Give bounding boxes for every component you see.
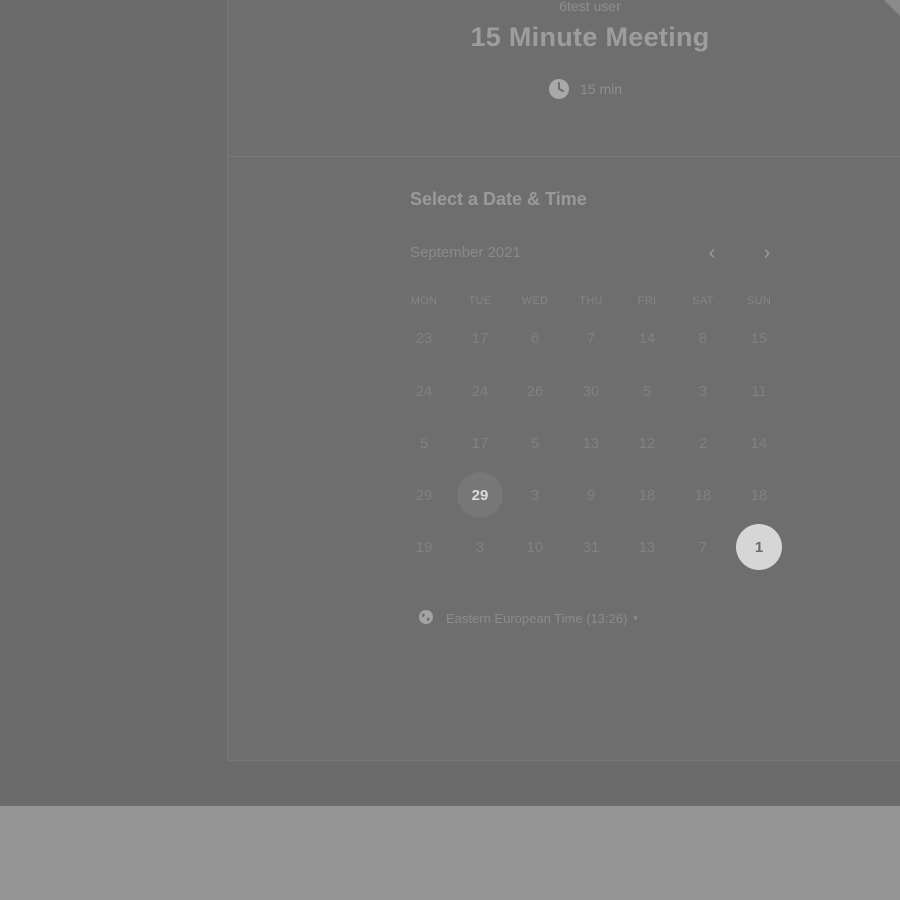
day-cell: 3 [475,538,485,556]
day-cell: 14 [750,434,768,452]
event-owner-name: 6test user [559,0,621,14]
event-duration: 15 min [548,78,622,100]
timezone-selector[interactable]: Eastern European Time (13:26) ▾ [418,609,638,628]
page-footer-area [0,806,900,900]
day-selected[interactable]: 1 [736,524,782,570]
day-cell: 3 [698,382,708,400]
day-cell: 3 [530,486,540,504]
day-cell: 5 [419,434,429,452]
day-cell: 18 [694,486,712,504]
timezone-label: Eastern European Time (13:26) [446,611,628,626]
day-available[interactable]: 29 [457,472,503,518]
day-cell: 13 [638,538,656,556]
day-cell: 17 [471,434,489,452]
day-cell: 7 [698,538,708,556]
day-cell: 5 [642,382,652,400]
day-cell: 13 [582,434,600,452]
globe-icon [418,609,434,628]
day-cell: 5 [530,434,540,452]
weekday-mon: MON [410,295,438,307]
day-cell: 23 [415,329,433,347]
weekday-fri: FRI [637,295,657,307]
clock-icon [548,78,570,100]
chevron-right-icon: › [763,241,771,264]
chevron-left-icon: ‹ [708,241,716,264]
day-cell: 14 [638,329,656,347]
date-picker-card [227,156,900,761]
day-cell: 24 [471,382,489,400]
day-cell: 11 [751,382,767,400]
next-month-button[interactable]: › [756,242,778,264]
select-date-heading: Select a Date & Time [410,189,587,209]
event-title: 15 Minute Meeting [470,22,710,52]
day-cell: 19 [415,538,433,556]
month-label: September 2021 [410,244,521,261]
day-cell: 10 [526,538,544,556]
day-cell: 17 [471,329,489,347]
day-cell: 18 [638,486,656,504]
previous-month-button[interactable]: ‹ [701,242,723,264]
weekday-sun: SUN [746,295,772,307]
day-cell: 12 [638,434,656,452]
day-cell: 18 [750,486,768,504]
day-cell: 29 [415,486,433,504]
day-cell: 7 [586,329,596,347]
day-cell: 24 [415,382,433,400]
weekday-wed: WED [521,295,549,307]
weekday-tue: TUE [468,295,492,307]
duration-label: 15 min [580,81,623,97]
day-cell: 2 [698,434,708,452]
caret-down-icon: ▾ [633,613,638,623]
day-cell: 15 [750,329,768,347]
weekday-thu: THU [579,295,603,307]
day-cell: 8 [698,329,708,347]
weekday-sat: SAT [692,295,714,307]
day-cell: 26 [526,382,544,400]
day-cell: 6 [530,329,540,347]
day-cell: 9 [586,486,596,504]
day-cell: 30 [582,382,600,400]
day-cell: 31 [582,538,600,556]
